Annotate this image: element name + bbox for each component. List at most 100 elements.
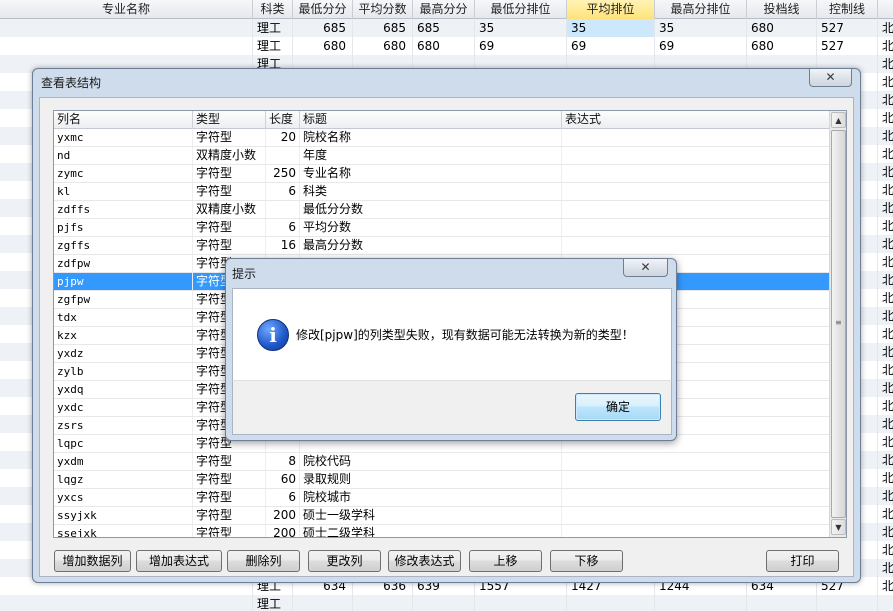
background-table-cell[interactable] [747, 595, 817, 611]
table-row[interactable]: zdffs 双精度小数 最低分分数 [54, 201, 830, 219]
header-column-type[interactable]: 类型 [193, 111, 266, 129]
background-table-cell[interactable]: 527 [817, 19, 878, 38]
vertical-scrollbar[interactable]: ▲ ≡ ▼ [829, 111, 846, 537]
background-table-cell[interactable]: 北 [878, 127, 893, 146]
background-table-cell[interactable]: 北 [878, 433, 893, 452]
background-table-cell[interactable]: 35 [655, 19, 747, 38]
background-table-cell[interactable]: 北 [878, 217, 893, 236]
table-row[interactable]: kl 字符型 6 科类 [54, 183, 830, 201]
scroll-thumb[interactable]: ≡ [831, 130, 846, 518]
dialog-close-button[interactable]: ✕ [809, 69, 852, 87]
background-table-cell[interactable]: 35 [475, 19, 567, 38]
background-table-cell[interactable]: 北 [878, 199, 893, 218]
background-column-header[interactable]: 专业名称 [0, 0, 253, 19]
background-table-cell[interactable]: 北 [878, 91, 893, 110]
background-column-header[interactable]: 投档线 [747, 0, 817, 19]
background-table-cell[interactable]: 北 [878, 523, 893, 542]
background-table-cell[interactable]: 北 [878, 253, 893, 272]
background-table-cell[interactable]: 69 [655, 37, 747, 56]
background-table-cell[interactable]: 北 [878, 415, 893, 434]
background-table-cell[interactable]: 527 [817, 37, 878, 56]
background-table-cell[interactable]: 北 [878, 163, 893, 182]
add-expression-button[interactable]: 增加表达式 [136, 550, 222, 572]
background-table-cell[interactable]: 680 [747, 19, 817, 38]
background-table-cell[interactable]: 北 [878, 271, 893, 290]
background-table-cell[interactable]: 北 [878, 343, 893, 362]
background-table-cell[interactable]: 北 [878, 397, 893, 416]
table-row[interactable]: yxcs 字符型 6 院校城市 [54, 489, 830, 507]
background-table-cell[interactable]: 685 [413, 19, 475, 38]
background-column-header[interactable]: 科类 [253, 0, 293, 19]
modify-expression-button[interactable]: 修改表达式 [388, 550, 461, 572]
background-table-cell[interactable]: 680 [293, 37, 353, 56]
background-table-cell[interactable]: 理工 [253, 19, 293, 38]
background-table-cell[interactable] [817, 595, 878, 611]
background-table-cell[interactable]: 685 [293, 19, 353, 38]
background-table-cell[interactable] [0, 37, 253, 56]
table-row[interactable]: yxmc 字符型 20 院校名称 [54, 129, 830, 147]
background-table-cell[interactable]: 北 [878, 451, 893, 470]
background-column-header[interactable]: 最高分分 [413, 0, 475, 19]
move-up-button[interactable]: 上移 [469, 550, 542, 572]
background-table-cell[interactable] [293, 595, 353, 611]
background-table-cell[interactable]: 北 [878, 487, 893, 506]
table-row[interactable]: ssejxk 字符型 200 硕士二级学科 [54, 525, 830, 537]
header-column-expression[interactable]: 表达式 [562, 111, 830, 129]
background-table-cell[interactable]: 680 [747, 37, 817, 56]
background-column-header[interactable]: 最低分排位 [475, 0, 567, 19]
background-table-cell[interactable]: 北 [878, 109, 893, 128]
print-button[interactable]: 打印 [766, 550, 839, 572]
background-table-cell[interactable] [475, 595, 567, 611]
table-row[interactable]: nd 双精度小数 年度 [54, 147, 830, 165]
background-table-cell[interactable]: 北 [878, 469, 893, 488]
background-table-cell[interactable]: 69 [567, 37, 655, 56]
background-table-cell[interactable]: 理工 [253, 595, 293, 611]
background-column-header[interactable]: 平均分数 [353, 0, 413, 19]
background-table-cell[interactable] [655, 595, 747, 611]
background-table-cell[interactable]: 理工 [253, 37, 293, 56]
background-table-cell[interactable]: 北 [878, 55, 893, 74]
header-column-length[interactable]: 长度 [266, 111, 300, 129]
background-table-cell[interactable]: 北 [878, 19, 893, 38]
background-table-cell[interactable]: 北 [878, 577, 893, 596]
background-table-cell[interactable]: 北 [878, 289, 893, 308]
background-table-row[interactable]: 理工 680 680 680 69 69 69 680 527 北 [0, 37, 893, 56]
table-row[interactable]: zgffs 字符型 16 最高分分数 [54, 237, 830, 255]
scroll-down-button[interactable]: ▼ [831, 519, 846, 535]
background-column-header[interactable]: 控制线 [817, 0, 878, 19]
background-table-cell[interactable] [878, 595, 893, 611]
table-row[interactable]: pjfs 字符型 6 平均分数 [54, 219, 830, 237]
background-table-cell[interactable]: 680 [353, 37, 413, 56]
table-row[interactable]: ssyjxk 字符型 200 硕士一级学科 [54, 507, 830, 525]
background-table-cell[interactable]: 680 [413, 37, 475, 56]
background-table-cell[interactable] [567, 595, 655, 611]
background-table-cell[interactable]: 北 [878, 181, 893, 200]
background-column-header[interactable]: 最高分排位 [655, 0, 747, 19]
background-table-cell[interactable]: 685 [353, 19, 413, 38]
header-column-title[interactable]: 标题 [300, 111, 562, 129]
message-box-close-button[interactable]: ✕ [623, 259, 668, 277]
background-table-cell[interactable]: 北 [878, 505, 893, 524]
background-table-cell[interactable]: 北 [878, 361, 893, 380]
background-table-cell[interactable]: 北 [878, 73, 893, 92]
background-table-cell[interactable]: 北 [878, 559, 893, 578]
scroll-up-button[interactable]: ▲ [831, 112, 846, 128]
background-table-cell[interactable] [413, 595, 475, 611]
background-table-row[interactable]: 理工 685 685 685 35 35 35 680 527 北 [0, 19, 893, 38]
background-table-cell[interactable]: 69 [475, 37, 567, 56]
background-table-cell[interactable]: 北 [878, 307, 893, 326]
table-row[interactable]: yxdm 字符型 8 院校代码 [54, 453, 830, 471]
move-down-button[interactable]: 下移 [550, 550, 623, 572]
background-table-cell[interactable] [353, 595, 413, 611]
background-table-cell[interactable]: 北 [878, 541, 893, 560]
table-row[interactable]: zymc 字符型 250 专业名称 [54, 165, 830, 183]
background-table-cell[interactable] [0, 595, 253, 611]
background-table-row[interactable]: 理工 [0, 595, 893, 611]
background-table-cell[interactable]: 北 [878, 145, 893, 164]
background-table-cell[interactable]: 北 [878, 325, 893, 344]
header-column-name[interactable]: 列名 [54, 111, 193, 129]
modify-column-button[interactable]: 更改列 [308, 550, 381, 572]
background-table-cell[interactable] [0, 19, 253, 38]
add-data-column-button[interactable]: 增加数据列 [54, 550, 131, 572]
background-table-cell[interactable]: 35 [567, 19, 655, 38]
